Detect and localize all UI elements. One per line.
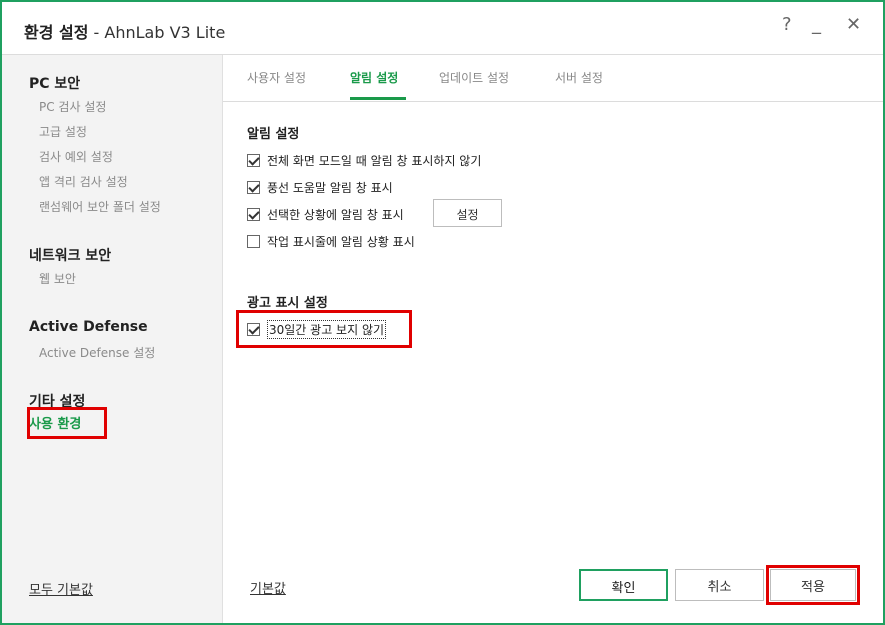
window-title-app: - AhnLab V3 Lite (93, 23, 226, 42)
highlight-box-apply (766, 565, 860, 605)
minimize-icon[interactable]: _ (812, 14, 821, 35)
tab-user-settings[interactable]: 사용자 설정 (247, 69, 306, 86)
active-tab-indicator (350, 97, 406, 100)
ads-section-title: 광고 표시 설정 (247, 296, 328, 311)
reset-all-defaults-link[interactable]: 모두 기본값 (29, 579, 93, 598)
tab-notification-settings[interactable]: 알림 설정 (350, 69, 398, 86)
title-bar: 환경 설정 - AhnLab V3 Lite ? _ ✕ (2, 2, 883, 55)
sidebar-item-advanced[interactable]: 고급 설정 (39, 123, 87, 140)
cancel-button[interactable]: 취소 (675, 569, 764, 601)
option-selected-situation-alert-label: 선택한 상황에 알림 창 표시 (267, 208, 404, 222)
checkbox-balloon-tip-alert[interactable] (247, 181, 260, 194)
sidebar-item-active-defense-settings[interactable]: Active Defense 설정 (39, 344, 155, 361)
reset-defaults-link[interactable]: 기본값 (250, 578, 286, 597)
sidebar-item-ransomware-folder[interactable]: 랜섬웨어 보안 폴더 설정 (39, 198, 161, 215)
sidebar-section-active-defense[interactable]: Active Defense (29, 319, 148, 335)
sidebar-item-web-security[interactable]: 웹 보안 (39, 270, 76, 287)
tab-update-settings[interactable]: 업데이트 설정 (439, 69, 509, 86)
option-balloon-tip-alert[interactable]: 풍선 도움말 알림 창 표시 (247, 179, 393, 196)
ok-button[interactable]: 확인 (579, 569, 668, 601)
tab-bar: 사용자 설정 알림 설정 업데이트 설정 서버 설정 (223, 55, 883, 102)
notification-section-title: 알림 설정 (247, 127, 300, 142)
sidebar-item-app-isolation-scan[interactable]: 앱 격리 검사 설정 (39, 173, 128, 190)
sidebar: PC 보안 PC 검사 설정 고급 설정 검사 예외 설정 앱 격리 검사 설정… (2, 55, 223, 623)
highlight-box-usage-environment (27, 407, 107, 439)
checkbox-taskbar-alert-status[interactable] (247, 235, 260, 248)
window-title: 환경 설정 - AhnLab V3 Lite (24, 19, 225, 43)
sidebar-section-network-security[interactable]: 네트워크 보안 (29, 245, 111, 265)
checkbox-fullscreen-hide-alert[interactable] (247, 154, 260, 167)
option-fullscreen-hide-alert-label: 전체 화면 모드일 때 알림 창 표시하지 않기 (267, 154, 482, 168)
option-taskbar-alert-status-label: 작업 표시줄에 알림 상황 표시 (267, 235, 415, 249)
checkbox-selected-situation-alert[interactable] (247, 208, 260, 221)
sidebar-item-pc-scan[interactable]: PC 검사 설정 (39, 98, 106, 115)
option-taskbar-alert-status[interactable]: 작업 표시줄에 알림 상황 표시 (247, 233, 415, 250)
alert-settings-button[interactable]: 설정 (433, 199, 502, 227)
option-balloon-tip-alert-label: 풍선 도움말 알림 창 표시 (267, 181, 393, 195)
tab-server-settings[interactable]: 서버 설정 (555, 69, 603, 86)
sidebar-section-pc-security[interactable]: PC 보안 (29, 73, 80, 93)
option-selected-situation-alert[interactable]: 선택한 상황에 알림 창 표시 (247, 206, 404, 223)
highlight-box-no-ads (236, 310, 412, 348)
close-icon[interactable]: ✕ (846, 14, 861, 35)
settings-window: 환경 설정 - AhnLab V3 Lite ? _ ✕ PC 보안 PC 검사… (0, 0, 885, 625)
sidebar-item-scan-exclusions[interactable]: 검사 예외 설정 (39, 148, 113, 165)
window-title-main: 환경 설정 (24, 23, 89, 42)
option-fullscreen-hide-alert[interactable]: 전체 화면 모드일 때 알림 창 표시하지 않기 (247, 152, 481, 169)
help-icon[interactable]: ? (782, 14, 792, 35)
